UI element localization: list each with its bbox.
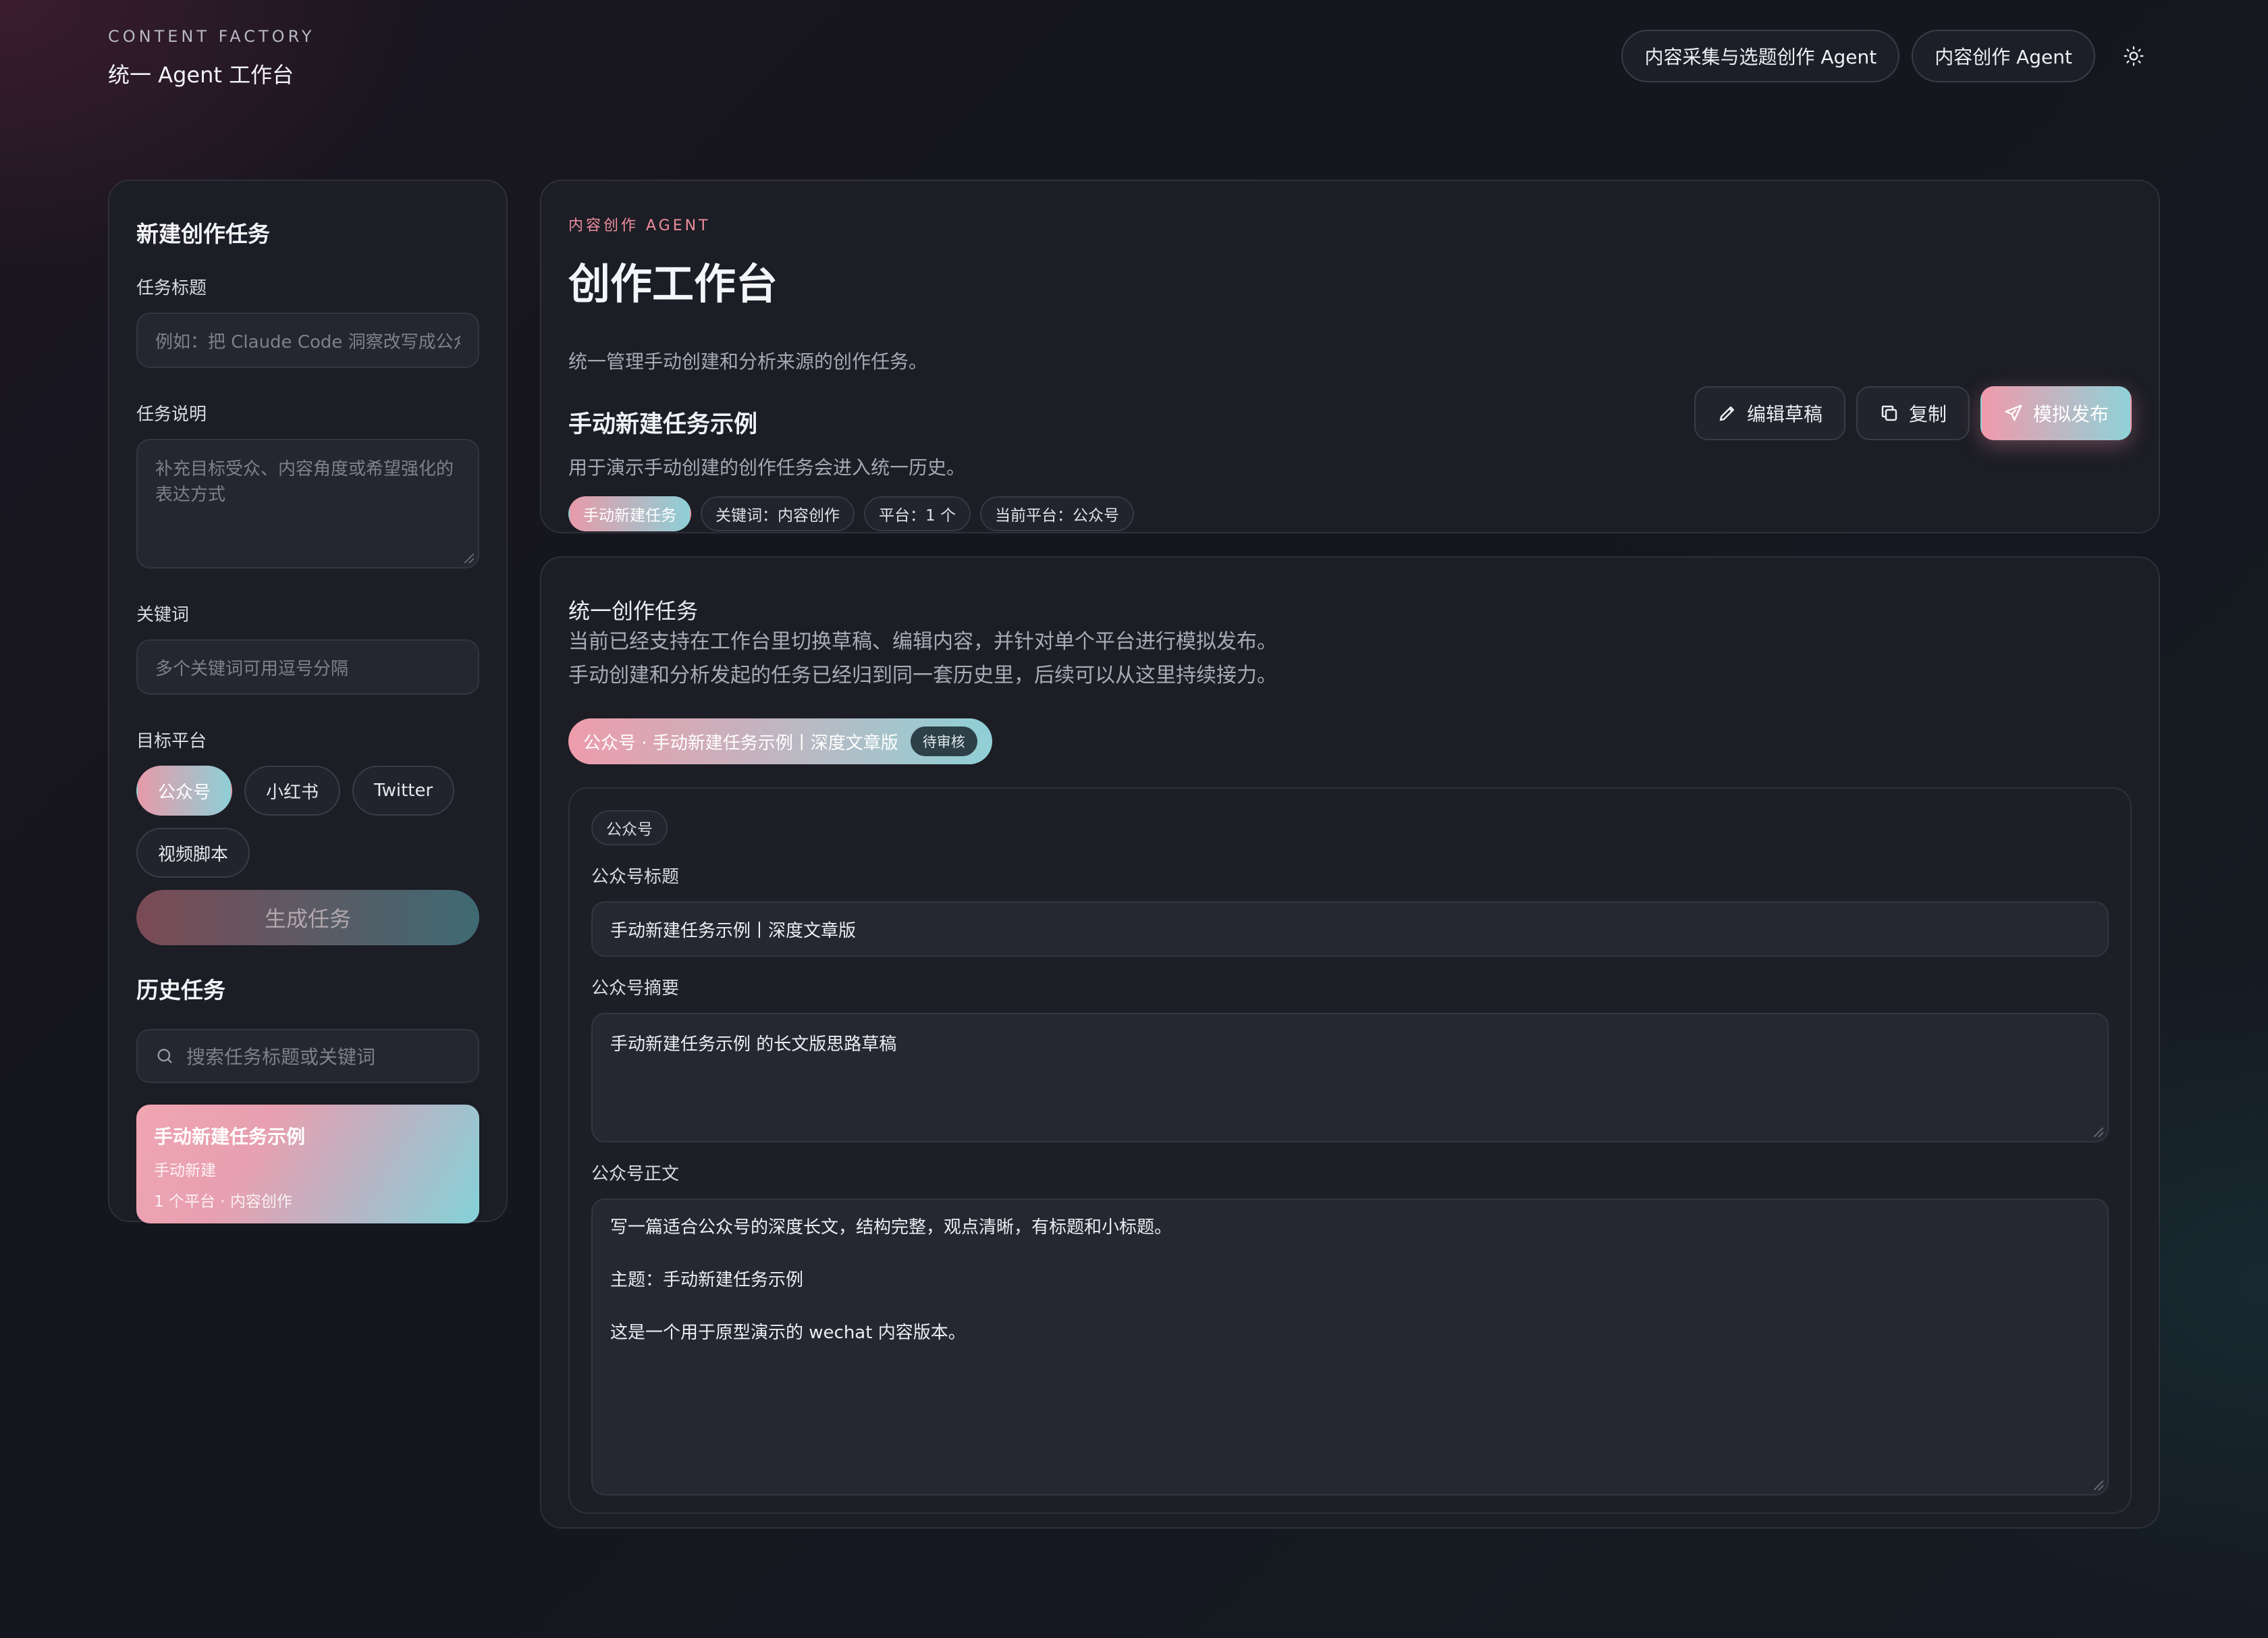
history-item-source: 手动新建 xyxy=(154,1162,216,1180)
copy-label: 复制 xyxy=(1908,403,1947,425)
draft-body-label: 公众号正文 xyxy=(591,1164,680,1184)
edit-draft-button[interactable]: 编辑草稿 xyxy=(1694,386,1845,440)
pencil-icon xyxy=(1719,406,1734,421)
history-item-meta: 1 个平台 · 内容创作 xyxy=(154,1193,292,1211)
chip-platform-count: 平台：1 个 xyxy=(864,496,971,531)
hero-actions: 编辑草稿 复制 模拟发布 xyxy=(1694,386,2132,440)
brand-subtitle: CONTENT FACTORY xyxy=(108,27,315,46)
draft-title-input[interactable]: 手动新建任务示例丨深度文章版 xyxy=(591,901,2109,957)
brand-title: 统一 Agent 工作台 xyxy=(108,62,294,88)
workspace-panel: 统一创作任务 当前已经支持在工作台里切换草稿、编辑内容，并针对单个平台进行模拟发… xyxy=(540,556,2160,1529)
page-description: 统一管理手动创建和分析来源的创作任务。 xyxy=(568,350,928,373)
draft-tab[interactable]: 公众号 · 手动新建任务示例丨深度文章版 待审核 xyxy=(568,718,992,764)
page-title: 创作工作台 xyxy=(568,259,778,309)
nav-collect-agent[interactable]: 内容采集与选题创作 Agent xyxy=(1621,30,1900,82)
platform-label: 目标平台 xyxy=(136,731,207,751)
brand: CONTENT FACTORY 统一 Agent 工作台 xyxy=(108,27,315,89)
draft-tab-label: 公众号 · 手动新建任务示例丨深度文章版 xyxy=(583,733,898,754)
draft-status-badge: 待审核 xyxy=(910,726,977,756)
edit-draft-label: 编辑草稿 xyxy=(1746,403,1823,425)
chip-keywords: 关键词：内容创作 xyxy=(701,496,855,531)
resize-handle[interactable] xyxy=(464,554,474,563)
task-desc-label: 任务说明 xyxy=(136,404,207,425)
draft-summary-textarea[interactable]: 手动新建任务示例 的长文版思路草稿 xyxy=(591,1013,2109,1142)
task-title-placeholder: 例如：把 Claude Code 洞察改写成公众 xyxy=(155,332,460,352)
draft-title-label: 公众号标题 xyxy=(591,867,680,887)
task-title-label: 任务标题 xyxy=(136,278,207,298)
resize-handle[interactable] xyxy=(2094,1128,2103,1137)
copy-button[interactable]: 复制 xyxy=(1856,386,1970,440)
platform-xiaohongshu[interactable]: 小红书 xyxy=(244,766,341,816)
new-task-heading: 新建创作任务 xyxy=(136,221,270,247)
workspace-desc-line1: 当前已经支持在工作台里切换草稿、编辑内容，并针对单个平台进行模拟发布。 xyxy=(568,630,1277,654)
keywords-label: 关键词 xyxy=(136,605,190,625)
task-chips: 手动新建任务 关键词：内容创作 平台：1 个 当前平台：公众号 xyxy=(568,496,2132,531)
search-placeholder: 搜索任务标题或关键词 xyxy=(186,1046,376,1068)
platform-tag: 公众号 xyxy=(591,810,668,845)
keywords-input[interactable]: 多个关键词可用逗号分隔 xyxy=(136,639,479,695)
search-icon xyxy=(157,1049,172,1063)
draft-title-value: 手动新建任务示例丨深度文章版 xyxy=(610,920,857,941)
workspace-desc-line2: 手动创建和分析发起的任务已经归到同一套历史里，后续可以从这里持续接力。 xyxy=(568,664,1277,687)
nav-create-agent[interactable]: 内容创作 Agent xyxy=(1912,30,2095,82)
history-heading: 历史任务 xyxy=(136,977,225,1003)
draft-body-textarea[interactable]: 写一篇适合公众号的深度长文，结构完整，观点清晰，有标题和小标题。 主题：手动新建… xyxy=(591,1198,2109,1496)
history-search-input[interactable]: 搜索任务标题或关键词 xyxy=(136,1029,479,1083)
copy-icon xyxy=(1881,405,1897,421)
agent-eyebrow: 内容创作 AGENT xyxy=(568,217,711,234)
keywords-placeholder: 多个关键词可用逗号分隔 xyxy=(155,658,349,679)
platform-video-script[interactable]: 视频脚本 xyxy=(136,828,250,878)
platform-twitter[interactable]: Twitter xyxy=(352,766,455,816)
simulate-publish-label: 模拟发布 xyxy=(2032,403,2109,425)
chip-current-platform: 当前平台：公众号 xyxy=(979,496,1134,531)
platform-wechat[interactable]: 公众号 xyxy=(136,766,233,816)
draft-editor: 公众号 公众号标题 手动新建任务示例丨深度文章版 公众号摘要 手动新建任务示例 … xyxy=(568,787,2132,1514)
draft-body-value: 写一篇适合公众号的深度长文，结构完整，观点清晰，有标题和小标题。 主题：手动新建… xyxy=(610,1217,1172,1343)
workspace-title: 统一创作任务 xyxy=(568,598,699,624)
current-task-description: 用于演示手动创建的创作任务会进入统一历史。 xyxy=(568,456,966,479)
resize-handle[interactable] xyxy=(2094,1481,2103,1490)
hero-panel: 内容创作 AGENT 创作工作台 统一管理手动创建和分析来源的创作任务。 手动新… xyxy=(540,180,2160,533)
top-nav: 内容采集与选题创作 Agent 内容创作 Agent xyxy=(1621,30,2160,82)
platform-selector: 公众号 小红书 Twitter 视频脚本 xyxy=(136,766,460,878)
send-icon xyxy=(2005,404,2022,421)
history-item-title: 手动新建任务示例 xyxy=(154,1126,306,1148)
task-desc-placeholder: 补充目标受众、内容角度或希望强化的表达方式 xyxy=(155,459,454,505)
left-sidebar: 新建创作任务 任务标题 例如：把 Claude Code 洞察改写成公众 任务说… xyxy=(108,180,508,1223)
draft-summary-label: 公众号摘要 xyxy=(591,978,680,999)
draft-summary-value: 手动新建任务示例 的长文版思路草稿 xyxy=(610,1034,897,1055)
theme-toggle-button[interactable] xyxy=(2107,30,2160,82)
task-title-input[interactable]: 例如：把 Claude Code 洞察改写成公众 xyxy=(136,313,479,368)
task-desc-textarea[interactable]: 补充目标受众、内容角度或希望强化的表达方式 xyxy=(136,439,479,569)
generate-task-button[interactable]: 生成任务 xyxy=(136,890,479,945)
history-item[interactable]: 手动新建任务示例 手动新建 1 个平台 · 内容创作 xyxy=(136,1105,479,1223)
chip-source: 手动新建任务 xyxy=(568,496,691,531)
simulate-publish-button[interactable]: 模拟发布 xyxy=(1980,386,2132,440)
sun-icon xyxy=(2124,46,2144,66)
